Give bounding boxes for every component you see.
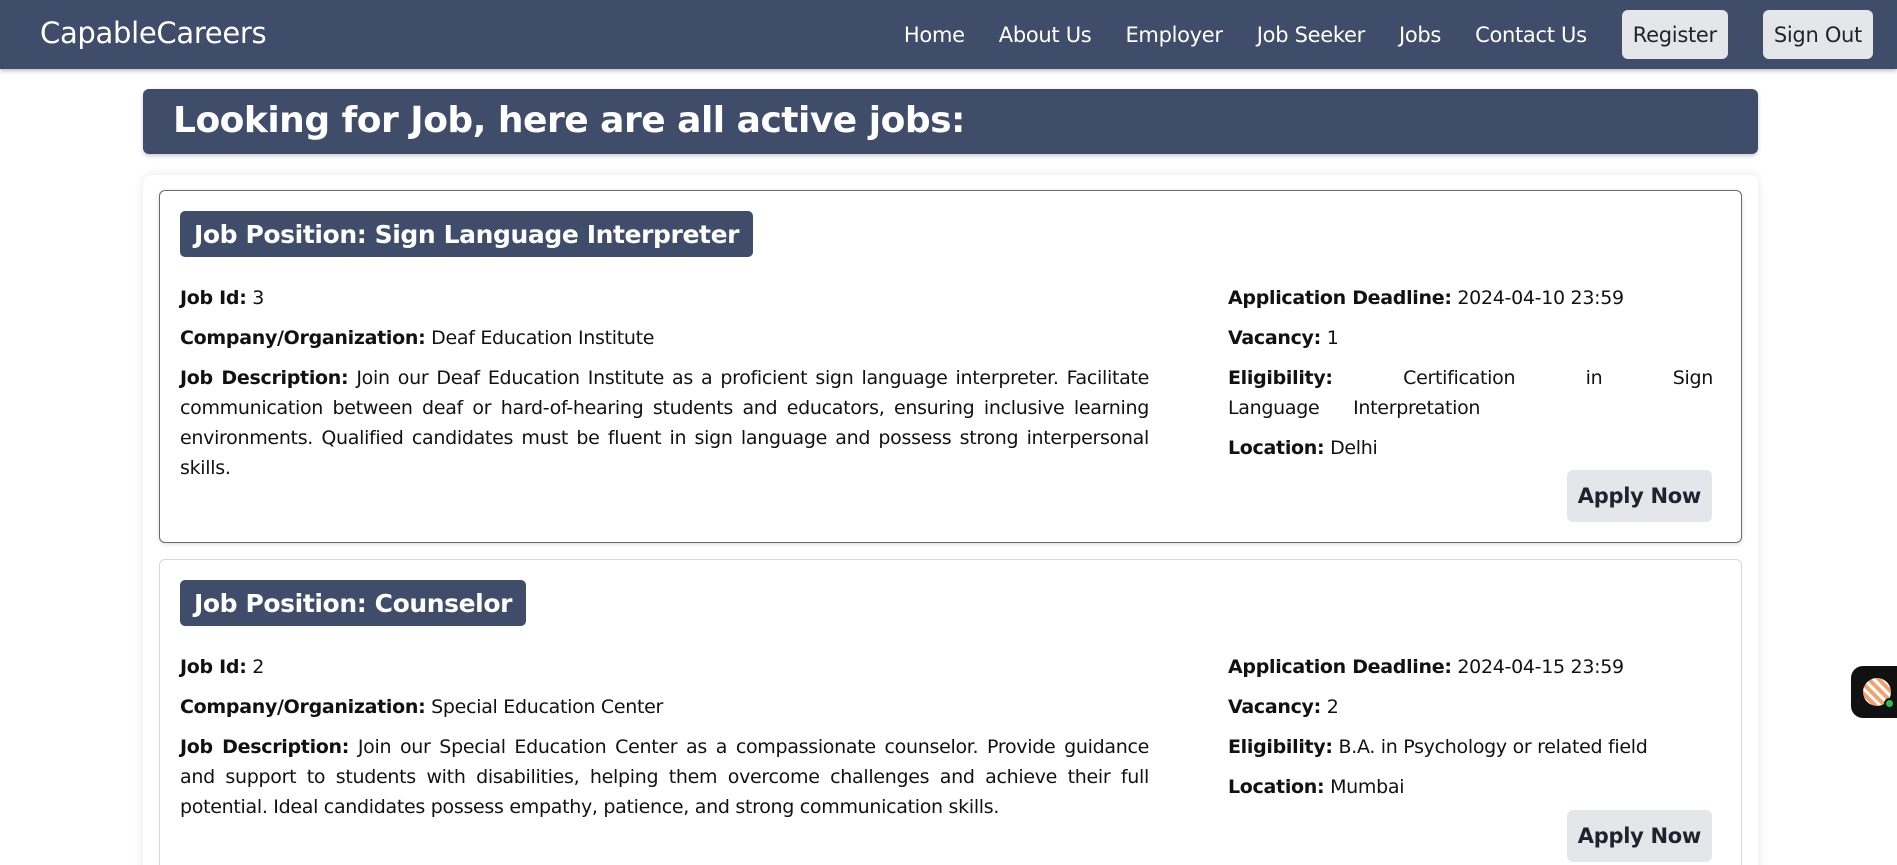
description-label: Job Description: — [180, 367, 349, 389]
company-value: Deaf Education Institute — [431, 327, 655, 349]
online-status-icon — [1884, 698, 1895, 709]
vacancy-label: Vacancy: — [1228, 696, 1321, 718]
nav-link-jobs[interactable]: Jobs — [1399, 23, 1441, 47]
deadline-label: Application Deadline: — [1228, 287, 1452, 309]
job-position-title: Job Position: Counselor — [180, 580, 527, 626]
job-id-value: 3 — [252, 287, 265, 309]
nav-link-contact-us[interactable]: Contact Us — [1475, 23, 1587, 47]
location-label: Location: — [1228, 437, 1325, 459]
top-navbar: CapableCareers Home About Us Employer Jo… — [0, 0, 1897, 69]
apply-now-button[interactable]: Apply Now — [1566, 810, 1712, 862]
eligibility-field: Eligibility: Certification in Sign Langu… — [1228, 363, 1713, 423]
job-details-right: Application Deadline: 2024-04-10 23:59 V… — [1228, 283, 1713, 473]
deadline-field: Application Deadline: 2024-04-10 23:59 — [1228, 283, 1713, 313]
job-id-field: Job Id: 2 — [180, 652, 1149, 682]
location-field: Location: Mumbai — [1228, 772, 1713, 802]
register-button[interactable]: Register — [1621, 10, 1728, 59]
eligibility-field: Eligibility: B.A. in Psychology or relat… — [1228, 732, 1713, 762]
nav-link-home[interactable]: Home — [904, 23, 965, 47]
page-heading-bar: Looking for Job, here are all active job… — [143, 89, 1758, 154]
description-label: Job Description: — [180, 736, 350, 758]
company-value: Special Education Center — [431, 696, 664, 718]
deadline-value: 2024-04-10 23:59 — [1457, 287, 1624, 309]
job-card: Job Position: Sign Language Interpreter … — [159, 190, 1742, 543]
sign-out-button[interactable]: Sign Out — [1762, 10, 1873, 59]
job-id-label: Job Id: — [180, 287, 247, 309]
company-field: Company/Organization: Special Education … — [180, 692, 1149, 722]
job-id-value: 2 — [252, 656, 265, 678]
vacancy-field: Vacancy: 1 — [1228, 323, 1713, 353]
location-label: Location: — [1228, 776, 1325, 798]
description-field: Job Description: Join our Deaf Education… — [180, 363, 1149, 483]
job-details-right: Application Deadline: 2024-04-15 23:59 V… — [1228, 652, 1713, 812]
description-field: Job Description: Join our Special Educat… — [180, 732, 1149, 822]
job-details-left: Job Id: 3 Company/Organization: Deaf Edu… — [180, 283, 1149, 493]
page-title: Looking for Job, here are all active job… — [173, 100, 965, 141]
deadline-value: 2024-04-15 23:59 — [1457, 656, 1624, 678]
company-label: Company/Organization: — [180, 327, 426, 349]
brand-logo[interactable]: CapableCareers — [40, 16, 267, 50]
nav-links: Home About Us Employer Job Seeker Jobs C… — [870, 0, 1873, 69]
vacancy-value: 1 — [1326, 327, 1339, 349]
job-id-field: Job Id: 3 — [180, 283, 1149, 313]
job-card: Job Position: Counselor Job Id: 2 Compan… — [159, 559, 1742, 865]
vacancy-label: Vacancy: — [1228, 327, 1321, 349]
job-position-title: Job Position: Sign Language Interpreter — [180, 211, 754, 257]
company-field: Company/Organization: Deaf Education Ins… — [180, 323, 1149, 353]
job-details-left: Job Id: 2 Company/Organization: Special … — [180, 652, 1149, 832]
nav-link-job-seeker[interactable]: Job Seeker — [1257, 23, 1365, 47]
deadline-label: Application Deadline: — [1228, 656, 1452, 678]
eligibility-label: Eligibility: — [1228, 367, 1333, 389]
location-value: Mumbai — [1330, 776, 1405, 798]
apply-now-button[interactable]: Apply Now — [1566, 470, 1712, 522]
job-id-label: Job Id: — [180, 656, 247, 678]
location-field: Location: Delhi — [1228, 433, 1713, 463]
vacancy-field: Vacancy: 2 — [1228, 692, 1713, 722]
chat-widget-button[interactable] — [1851, 666, 1897, 718]
eligibility-value: B.A. in Psychology or related field — [1338, 736, 1648, 758]
company-label: Company/Organization: — [180, 696, 426, 718]
eligibility-label: Eligibility: — [1228, 736, 1333, 758]
deadline-field: Application Deadline: 2024-04-15 23:59 — [1228, 652, 1713, 682]
location-value: Delhi — [1330, 437, 1378, 459]
vacancy-value: 2 — [1326, 696, 1339, 718]
nav-link-about-us[interactable]: About Us — [999, 23, 1092, 47]
nav-link-employer[interactable]: Employer — [1125, 23, 1223, 47]
